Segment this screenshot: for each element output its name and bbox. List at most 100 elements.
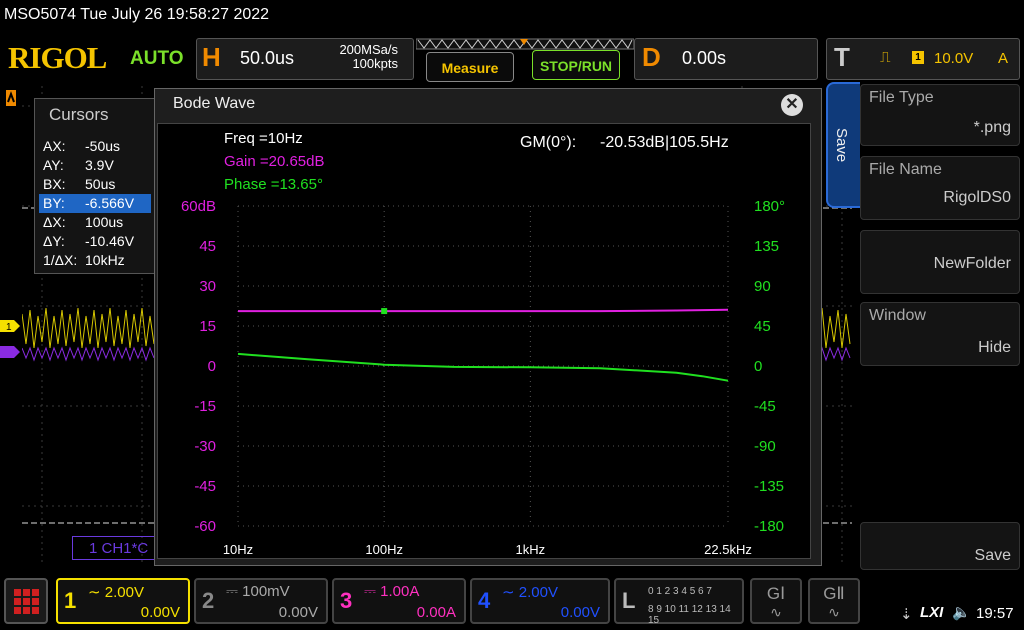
channel-2-box[interactable]: 2 ⎓ 100mV 0.00V [194,578,328,624]
svg-text:1: 1 [6,322,12,333]
menu-file-name-title: File Name [869,161,942,178]
bode-window: Bode Wave ✕ Freq =10Hz Gain =20.65dB Pha… [154,88,822,566]
freq-tick-label: 1kHz [516,542,546,557]
ch2-scale: ⎓ 100mV [226,583,290,600]
close-icon[interactable]: ✕ [781,94,803,116]
gain-tick-label: 0 [208,358,216,375]
ch4-scale: ∼ 2.00V [502,584,558,601]
cursor-row-bx: BX: 50us [43,176,116,192]
ch1-offset: 0.00V [140,604,180,621]
channel-1-box[interactable]: 1 ∼ 2.00V 0.00V [56,578,190,624]
sine-wave-icon: ∿ [770,604,782,620]
menu-new-folder-label: NewFolder [933,255,1011,272]
gain-tick-label: 30 [199,278,216,295]
gain-tick-label: 60dB [181,198,216,215]
cursor-row-dx: ΔX: 100us [43,214,124,230]
freq-tick-label: 10Hz [223,542,253,557]
cursor-row-ax: AX: -50us [43,138,121,154]
gain-tick-label: -60 [194,518,216,535]
ac-coupling-icon: ∼ [502,584,515,601]
trigger-source: 1 [912,51,924,64]
bode-title: Bode Wave [173,95,256,112]
menu-file-type-title: File Type [869,89,934,106]
menu-file-name[interactable]: File Name RigolDS0 [860,156,1020,220]
menu-window-value: Hide [978,339,1011,356]
app-menu-button[interactable] [4,578,48,624]
sample-rate: 200MSa/s 100kpts [318,43,398,71]
ch1-label[interactable]: 1 CH1*C [72,536,158,560]
gain-tick-label: 45 [199,238,216,255]
measure-button[interactable]: Measure [426,52,514,82]
mute-speaker-icon[interactable]: 🔈 [952,603,971,621]
trigger-coupling: A [998,50,1009,67]
ac-coupling-icon: ∼ [88,584,101,601]
rising-edge-icon: ⎍ [880,49,891,66]
delay-letter: D [642,42,661,72]
usb-icon: ⇣ [900,606,913,623]
cursor-row-by[interactable]: BY: -6.566V [39,194,151,213]
cursors-panel: Cursors AX: -50us AY: 3.9V BX: 50us BY: -6.5… [34,98,156,274]
dc-coupling-icon: ⎓ [364,583,376,600]
ch4-number: 4 [478,588,491,613]
menu-save[interactable]: Save [860,522,1020,570]
cursors-title: Cursors [49,105,109,124]
cursor-marker [381,308,388,315]
dc-coupling-icon: ⎓ [226,583,238,600]
channel-3-box[interactable]: 3 ⎓ 1.00A 0.00A [332,578,466,624]
phase-tick-label: -45 [754,398,776,415]
sine-wave-icon: ∿ [828,604,840,620]
save-menu-tab[interactable]: Save [826,82,860,208]
ch4-offset-marker-icon[interactable] [0,344,22,360]
sample-rate-text: 200MSa/s [339,42,398,57]
channel-4-box[interactable]: 4 ∼ 2.00V 0.00V [470,578,610,624]
freq-tick-label: 22.5kHz [704,542,752,557]
menu-new-folder[interactable]: NewFolder [860,230,1020,294]
phase-tick-label: 45 [754,318,771,335]
gain-curve [238,308,729,313]
phase-tick-label: 135 [754,238,779,255]
ch1-offset-marker-icon[interactable]: 1 [0,318,22,334]
logic-channels-row1: 0 1 2 3 4 5 6 7 [648,586,712,597]
gain-tick-label: -15 [194,398,216,415]
ch2-number: 2 [202,588,215,613]
status-line: MSO5074 Tue July 26 19:58:27 2022 [4,6,270,23]
ch4-offset: 0.00V [560,604,600,621]
horizontal-letter: H [202,42,221,72]
phase-tick-label: 90 [754,278,771,295]
menu-save-label: Save [974,547,1011,564]
generator-2-button[interactable]: GⅡ ∿ [808,578,860,624]
menu-window[interactable]: Window Hide [860,302,1020,366]
logic-letter: L [622,588,636,613]
gain-tick-label: -30 [194,438,216,455]
gain-tick-label: 15 [199,318,216,335]
phase-tick-label: -135 [754,478,784,495]
ch3-number: 3 [340,588,353,613]
menu-file-type[interactable]: File Type *.png [860,84,1020,146]
bottom-bar: 1 ∼ 2.00V 0.00V 2 ⎓ 100mV 0.00V 3 ⎓ 1.00… [0,574,1024,630]
run-mode[interactable]: AUTO [130,48,183,70]
timebase-value: 50.0us [240,48,295,68]
ch1-number: 1 [64,588,77,613]
phase-tick-label: -90 [754,438,776,455]
trigger-position-marker-icon [6,90,16,106]
phase-tick-label: -180 [754,518,784,535]
freq-tick-label: 100Hz [365,542,403,557]
grid-menu-icon [14,589,39,614]
ch2-offset: 0.00V [278,604,318,621]
ch1-scale: ∼ 2.00V [88,584,144,601]
generator-1-label: GⅠ [766,584,786,603]
brand-logo: RIGOL [8,40,107,75]
stop-run-button[interactable]: STOP/RUN [532,50,620,80]
logic-analyzer-box[interactable]: L 0 1 2 3 4 5 6 7 8 9 10 11 12 13 14 15 [614,578,744,626]
menu-file-type-value: *.png [973,119,1011,136]
generator-1-button[interactable]: GⅠ ∿ [750,578,802,624]
trigger-letter: T [834,42,850,72]
bode-plot-area[interactable]: Freq =10Hz Gain =20.65dB Phase =13.65° G… [157,123,811,559]
ch3-scale: ⎓ 1.00A [364,583,420,600]
memory-position-strip [416,38,634,50]
cursor-row-dy: ΔY: -10.46V [43,233,135,249]
delay-value: 0.00s [682,48,727,68]
phase-curve [237,352,729,382]
generator-2-label: GⅡ [823,584,845,603]
memory-depth-text: 100kpts [352,56,398,71]
